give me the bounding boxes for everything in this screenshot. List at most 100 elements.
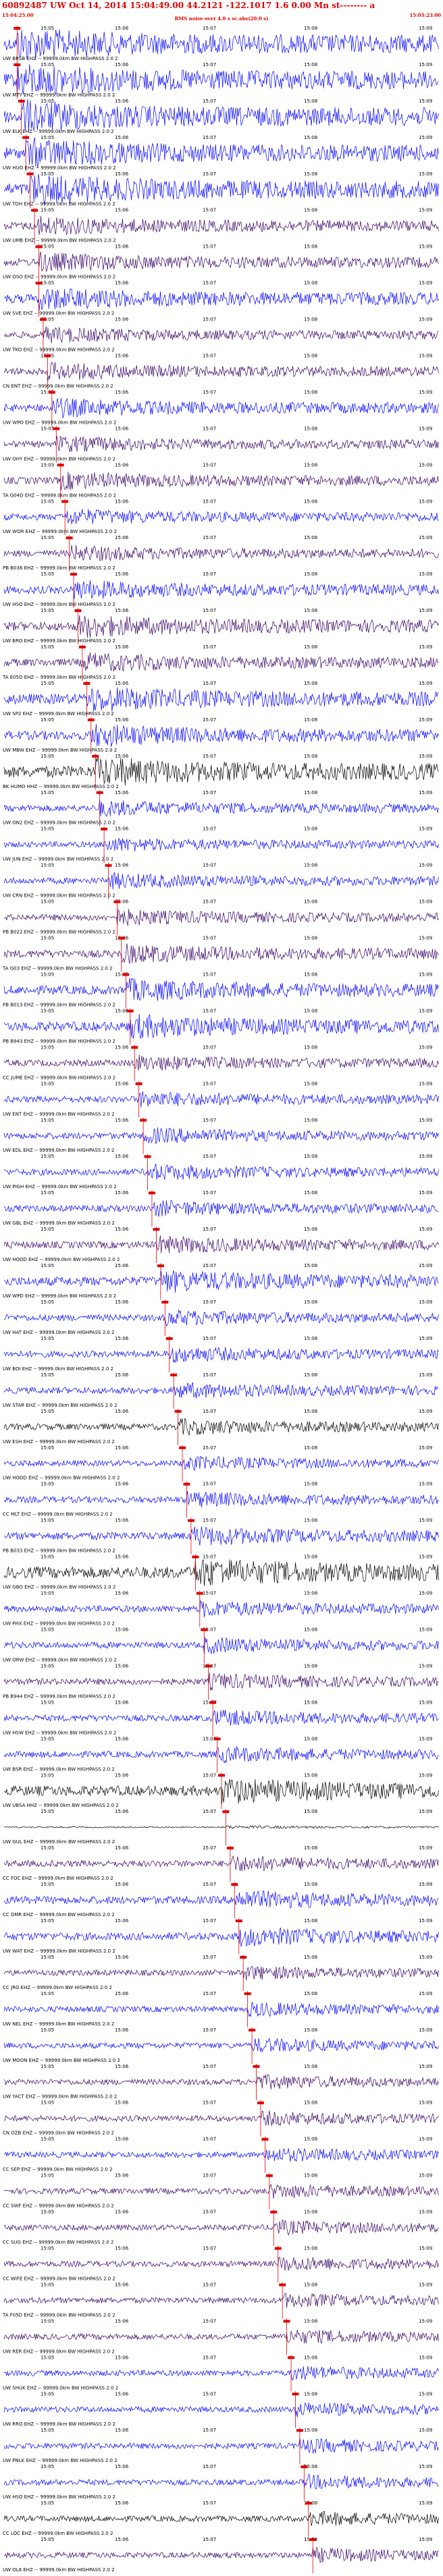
channel-trace: 15:0515:0615:0715:0815:09UW OL8 EHZ -- 9… [3, 2537, 439, 2573]
waveform [3, 2110, 439, 2126]
time-tick-label: 15:09 [419, 208, 432, 213]
waveform [3, 2074, 439, 2090]
channel-label: UW BRO EHZ -- 99999.0km BW HIGHPASS 2.0 … [3, 638, 115, 644]
time-tick-label: 15:08 [304, 1882, 317, 1887]
channel-label: UW MOON EHZ -- 99999.0km BW HIGHPASS 2.0… [3, 2058, 120, 2063]
time-tick-label: 15:08 [304, 1482, 317, 1487]
channel-trace: 15:05 15:06 15:07 15:08 15:09 PB B033 EHZ -- … [3, 1517, 439, 1555]
channel-trace: 15:05 15:06 15:07 15:08 15:09 CC WIFE EHZ -- … [3, 2245, 439, 2283]
time-tick-label: 15:05 [41, 1190, 54, 1196]
time-tick-label: 15:09 [419, 2027, 432, 2033]
waveform [3, 1526, 439, 1546]
time-tick-label: 15:05 [41, 1736, 54, 1741]
channel-trace: 15:05 15:06 15:07 15:08 15:09UW BSR EHZ -- 9… [3, 1736, 439, 1773]
time-tick-label: 15:09 [419, 426, 432, 431]
time-tick-label: 15:09 [419, 1445, 432, 1451]
time-tick-label: 15:09 [419, 1991, 432, 1996]
waveform [3, 1310, 439, 1327]
time-tick-label: 15:09 [419, 2246, 432, 2251]
time-tick-label: 15:05 [41, 1263, 54, 1268]
waveform [3, 2474, 439, 2490]
channel-label: CN ENT EHZ -- 99999.0km BW HIGHPASS 2.0 … [3, 383, 113, 389]
time-tick-label: 15:07 [203, 2500, 216, 2506]
channel-trace: 15:05 15:06 15:07 15:08 15:09UW ORW EHZ -- 9… [3, 1627, 439, 1664]
time-tick-label: 15:09 [419, 1627, 432, 1632]
waveform [3, 1559, 439, 1586]
time-tick-label: 15:07 [203, 754, 216, 759]
time-tick-label: 15:06 [115, 1081, 129, 1086]
time-tick-label: 15:07 [203, 1190, 216, 1196]
channel-label: UW SP2 EHZ -- 99999.0km BW HIGHPASS 2.0 … [3, 711, 114, 717]
time-tick-label: 15:07 [203, 1445, 216, 1451]
time-tick-label: 15:08 [304, 1700, 317, 1705]
channel-label: UW RRO EHZ -- 99999.0km BW HIGHPASS 2.0 … [3, 2421, 115, 2427]
channel-trace: 15:05 15:06 15:07 15:08 15:09 BK HUMO HHZ -- … [3, 753, 439, 790]
time-tick-label: 15:05 [41, 2318, 54, 2324]
time-tick-label: 15:05 [41, 1081, 54, 1086]
waveform [3, 909, 439, 926]
time-tick-label: 15:07 [203, 499, 216, 504]
waveform [3, 1235, 439, 1254]
time-tick-label: 15:09 [419, 99, 432, 104]
time-tick-label: 15:06 [115, 1627, 129, 1632]
channel-trace: 15:05 15:06 15:07 15:08 15:09 CC DMR EHZ -- 9… [3, 1882, 439, 1919]
channel-trace: 15:05 15:06 15:07 15:08 15:09 UW PHX EHZ -- 9… [3, 1590, 439, 1627]
time-tick-label: 15:06 [115, 2282, 129, 2287]
channel-trace: 15:05 15:06 15:07 15:08 15:09 UW JUN EHZ -- 9… [3, 826, 439, 863]
channel-trace: 15:05 15:06 15:07 15:08 15:09 UW NEL EHZ -- 9… [3, 1990, 439, 2027]
time-tick-label: 15:07 [203, 2391, 216, 2397]
time-tick-label: 15:08 [304, 426, 317, 431]
channel-trace: 15:05 15:06 15:07 15:08 15:09 UW UMB EHZ -- 9… [3, 207, 439, 244]
channel-label: UW WAT EHZ -- 99999.0km BW HIGHPASS 2.0 … [3, 1949, 115, 1954]
time-tick-label: 15:09 [419, 1154, 432, 1159]
time-tick-label: 15:08 [304, 1591, 317, 1596]
time-tick-label: 15:06 [115, 717, 129, 723]
time-tick-label: 15:09 [419, 754, 432, 759]
time-tick-label: 15:08 [304, 681, 317, 686]
channel-label: PB B036 EHZ -- 99999.0km BW HIGHPASS 2.0… [3, 565, 115, 571]
channel-trace: 15:05 15:06 15:07 15:08 15:09UW HSW EHZ -- 9… [3, 1700, 439, 1737]
time-tick-label: 15:05 [41, 1482, 54, 1487]
waveform [3, 472, 439, 491]
time-tick-label: 15:07 [203, 899, 216, 905]
time-tick-label: 15:05 [41, 2100, 54, 2106]
time-tick-label: 15:06 [115, 62, 129, 67]
time-tick-label: 15:08 [304, 2428, 317, 2433]
waveform [3, 326, 439, 343]
channel-trace: 15:05 15:06 15:07 15:08 15:09 UW WAT EHZ -- 9… [3, 1918, 439, 1955]
time-tick-label: 15:06 [115, 1482, 129, 1487]
time-tick-label: 15:05 [41, 1299, 54, 1305]
time-tick-label: 15:07 [203, 2464, 216, 2469]
waveform [3, 1382, 439, 1399]
time-tick-label: 15:08 [304, 1336, 317, 1341]
channel-trace: 15:05 15:06 15:07 15:08 15:09 UW UBSA HHZ -- … [3, 1772, 439, 1810]
time-tick-label: 15:08 [304, 1991, 317, 1996]
channel-trace: 15:05 15:06 15:07 15:08 15:09PB B022 EHZ -- … [3, 899, 439, 936]
time-tick-label: 15:09 [419, 1955, 432, 1960]
time-tick-label: 15:05 [41, 1845, 54, 1851]
time-tick-label: 15:05 [41, 244, 54, 250]
channel-trace: 15:0515:0615:0715:0815:09CN ENT EHZ -- 9… [3, 353, 439, 390]
time-tick-label: 15:09 [419, 972, 432, 978]
time-tick-label: 15:07 [203, 1845, 216, 1851]
time-tick-label: 15:09 [419, 863, 432, 868]
time-tick-label: 15:07 [203, 317, 216, 323]
time-tick-label: 15:05 [41, 1809, 54, 1814]
time-tick-label: 15:05 [41, 26, 54, 31]
time-tick-label: 15:08 [304, 26, 317, 31]
time-tick-label: 15:09 [419, 1482, 432, 1487]
time-tick-label: 15:06 [115, 2391, 129, 2397]
time-tick-label: 15:06 [115, 1518, 129, 1523]
channel-label: CC LOC EHZ -- 99999.0km BW HIGHPASS 2.0 … [3, 2531, 113, 2536]
time-tick-label: 15:05 [41, 1008, 54, 1013]
time-tick-label: 15:05 [41, 1409, 54, 1414]
time-tick-label: 15:09 [419, 1190, 432, 1196]
time-tick-label: 15:08 [304, 62, 317, 67]
time-tick-label: 15:09 [419, 1772, 432, 1778]
time-tick-label: 15:06 [115, 353, 129, 358]
time-tick-label: 15:06 [115, 571, 129, 577]
time-tick-label: 15:09 [419, 1555, 432, 1560]
time-tick-label: 15:08 [304, 1227, 317, 1232]
waveform [3, 652, 439, 672]
time-tick-label: 15:08 [304, 644, 317, 650]
